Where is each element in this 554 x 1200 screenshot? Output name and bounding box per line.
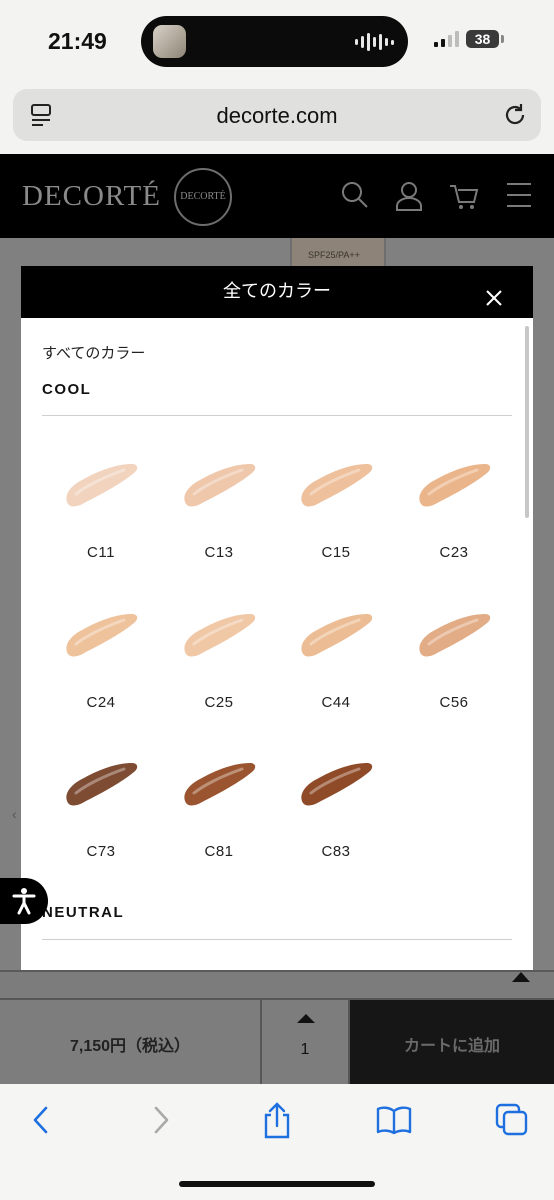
swatch-c11[interactable]: C11	[42, 458, 160, 588]
url-text: decorte.com	[216, 103, 338, 128]
quantity-stepper[interactable]: 1	[262, 1000, 350, 1084]
swatch-smear-c23	[419, 464, 491, 507]
swatch-label: C83	[321, 843, 351, 860]
quantity-value: 1	[300, 1041, 310, 1058]
bookmarks-icon[interactable]	[376, 1102, 412, 1138]
swatch-smear-c56	[419, 614, 491, 657]
swatch-smear-c11	[66, 464, 138, 507]
signal-icon	[434, 31, 459, 47]
swatch-label: C24	[86, 694, 116, 711]
status-time: 21:49	[48, 28, 107, 54]
forward-icon[interactable]	[148, 1102, 174, 1138]
group-title-cool: COOL	[42, 381, 92, 398]
carousel-prev-icon[interactable]: ‹	[12, 806, 17, 822]
search-icon[interactable]	[340, 180, 370, 210]
quantity-increase-icon[interactable]	[297, 1014, 315, 1023]
swatch-c56[interactable]: C56	[395, 608, 513, 738]
battery-icon: 38	[466, 30, 499, 48]
cart-bar: 7,150円（税込） 1 カートに追加	[0, 998, 554, 1084]
accessibility-icon	[12, 888, 36, 915]
address-bar[interactable]: decorte.com	[13, 89, 541, 141]
swatch-smear-c24	[66, 614, 138, 657]
reload-icon[interactable]	[502, 102, 528, 128]
modal-title: 全てのカラー	[223, 281, 331, 301]
color-modal: 全てのカラー すべてのカラー COOL C11 C13 C15 C23 C24 C25 C4…	[21, 266, 533, 970]
site-header: DECORTÉ DECORTÉ	[0, 154, 554, 238]
swatch-label: C81	[204, 843, 234, 860]
swatch-smear-c15	[301, 464, 373, 507]
caret-up-icon	[512, 972, 530, 982]
swatch-shape	[66, 614, 138, 657]
swatch-c24[interactable]: C24	[42, 608, 160, 738]
swatch-smear-c44	[301, 614, 373, 657]
swatch-label: C25	[204, 694, 234, 711]
swatch-c13[interactable]: C13	[160, 458, 278, 588]
browser-address-area: decorte.com	[0, 80, 554, 154]
swatch-smear-c81	[184, 763, 256, 806]
all-colors-label: すべてのカラー	[42, 345, 146, 362]
swatch-label: C23	[439, 544, 469, 561]
divider	[42, 939, 512, 940]
swatch-shape	[419, 464, 491, 507]
swatch-c15[interactable]: C15	[277, 458, 395, 588]
swatch-label: C56	[439, 694, 469, 711]
add-to-cart-label: カートに追加	[403, 1038, 500, 1055]
divider	[42, 415, 512, 416]
close-icon[interactable]	[483, 287, 505, 309]
swatch-c83[interactable]: C83	[277, 757, 395, 887]
swatch-shape	[184, 614, 256, 657]
cart-icon[interactable]	[448, 180, 480, 212]
modal-scrollbar[interactable]	[525, 326, 529, 518]
swatch-shape	[66, 763, 138, 806]
tabs-icon[interactable]	[494, 1102, 530, 1138]
guarantee-seal: DECORTÉ	[174, 168, 232, 226]
dynamic-island[interactable]	[141, 16, 408, 67]
swatch-smear-c83	[301, 763, 373, 806]
accessibility-button[interactable]	[0, 878, 48, 924]
back-icon[interactable]	[28, 1102, 54, 1138]
swatch-shape	[301, 464, 373, 507]
share-icon[interactable]	[262, 1102, 292, 1140]
swatch-label: C13	[204, 544, 234, 561]
add-to-cart-button[interactable]: カートに追加	[350, 1000, 554, 1084]
variant-select-row[interactable]	[0, 970, 554, 998]
price-text: 7,150円（税込）	[69, 1038, 191, 1055]
swatch-smear-c25	[184, 614, 256, 657]
swatch-label: C11	[87, 544, 115, 561]
swatch-smear-c13	[184, 464, 256, 507]
swatch-label: C44	[321, 694, 351, 711]
menu-icon[interactable]	[505, 180, 533, 210]
swatch-shape	[301, 763, 373, 806]
status-bar: 21:49 38	[0, 0, 554, 80]
brand-logo[interactable]: DECORTÉ	[22, 180, 161, 213]
now-playing-thumbnail	[153, 25, 186, 58]
modal-body[interactable]: すべてのカラー COOL C11 C13 C15 C23 C24 C25 C44 C56 C73…	[21, 318, 533, 970]
swatch-c73[interactable]: C73	[42, 757, 160, 887]
modal-header: 全てのカラー	[21, 266, 533, 318]
swatch-shape	[184, 464, 256, 507]
home-indicator	[179, 1181, 375, 1187]
swatch-shape	[184, 763, 256, 806]
swatch-label: C73	[86, 843, 116, 860]
swatch-shape	[419, 614, 491, 657]
audio-waveform-icon	[355, 32, 394, 52]
price-cell: 7,150円（税込）	[0, 1000, 262, 1084]
battery-tip	[501, 35, 504, 43]
product-image-peek: SPF25/PA++	[290, 238, 386, 268]
account-icon[interactable]	[394, 180, 424, 212]
group-title-neutral: NEUTRAL	[42, 904, 125, 921]
swatch-smear-c73	[66, 763, 138, 806]
swatch-c44[interactable]: C44	[277, 608, 395, 738]
swatch-c23[interactable]: C23	[395, 458, 513, 588]
swatch-c25[interactable]: C25	[160, 608, 278, 738]
swatch-shape	[301, 614, 373, 657]
swatch-shape	[66, 464, 138, 507]
swatch-c81[interactable]: C81	[160, 757, 278, 887]
swatch-label: C15	[321, 544, 351, 561]
